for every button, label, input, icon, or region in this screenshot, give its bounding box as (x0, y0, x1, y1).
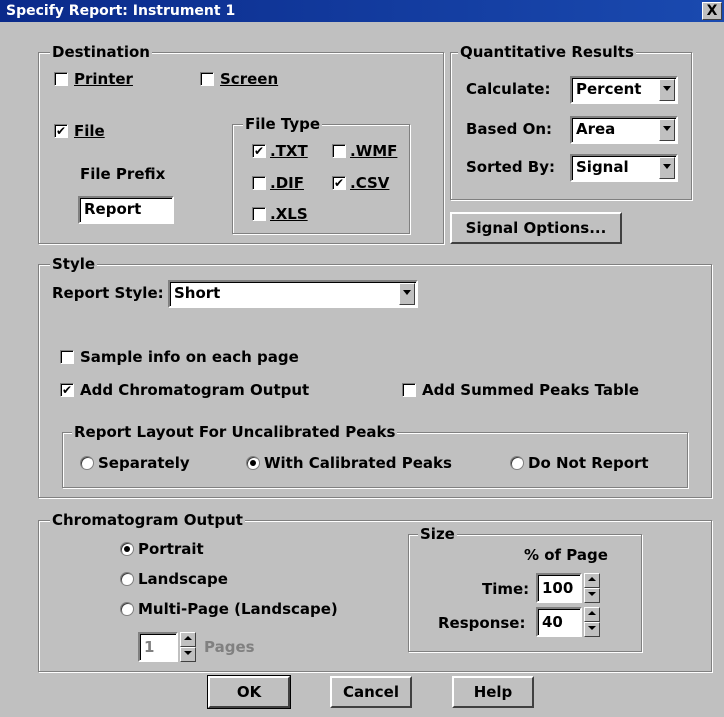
file-prefix-input[interactable]: Report (78, 196, 174, 224)
based-on-value: Area (576, 120, 616, 138)
do-not-report-label[interactable]: Do Not Report (528, 454, 649, 472)
screen-label[interactable]: Screen (220, 70, 278, 88)
xls-label[interactable]: .XLS (270, 205, 308, 223)
sorted-by-combo[interactable]: Signal (570, 154, 678, 182)
report-style-label: Report Style: (52, 284, 164, 302)
file-label[interactable]: File (74, 122, 105, 140)
with-calibrated-radio[interactable] (246, 456, 260, 470)
spin-down-icon[interactable] (180, 647, 196, 662)
calculate-value: Percent (576, 80, 642, 98)
size-legend: Size (418, 525, 457, 543)
wmf-checkbox[interactable] (332, 144, 346, 158)
add-chrom-label[interactable]: Add Chromatogram Output (80, 381, 309, 399)
calculate-combo[interactable]: Percent (570, 76, 678, 104)
spin-down-icon[interactable] (584, 588, 600, 603)
sample-info-label[interactable]: Sample info on each page (80, 348, 299, 366)
based-on-label: Based On: (466, 120, 553, 138)
help-label: Help (473, 683, 513, 701)
sorted-by-value: Signal (576, 158, 629, 176)
time-label: Time: (482, 580, 530, 598)
response-label: Response: (438, 614, 526, 632)
pages-label: Pages (204, 638, 255, 656)
xls-checkbox[interactable] (252, 207, 266, 221)
dif-checkbox[interactable] (252, 176, 266, 190)
help-button[interactable]: Help (452, 676, 534, 708)
close-icon[interactable]: X (702, 2, 722, 20)
calculate-label: Calculate: (466, 80, 551, 98)
add-chrom-checkbox[interactable]: ✔ (60, 383, 74, 397)
pages-spinner[interactable] (180, 632, 196, 662)
title-bar: Specify Report: Instrument 1 X (0, 0, 724, 22)
spin-down-icon[interactable] (584, 622, 600, 637)
portrait-label[interactable]: Portrait (138, 540, 204, 558)
screen-checkbox[interactable] (200, 72, 214, 86)
file-type-legend: File Type (243, 115, 323, 133)
signal-options-label: Signal Options... (465, 219, 607, 237)
separately-radio[interactable] (80, 456, 94, 470)
landscape-radio[interactable] (120, 572, 134, 586)
multipage-label[interactable]: Multi-Page (Landscape) (138, 600, 338, 618)
landscape-label[interactable]: Landscape (138, 570, 228, 588)
cancel-button[interactable]: Cancel (330, 676, 412, 708)
response-input[interactable]: 40 (536, 607, 582, 637)
signal-options-button[interactable]: Signal Options... (450, 212, 622, 244)
report-style-value: Short (174, 284, 221, 302)
quant-legend: Quantitative Results (458, 43, 636, 61)
based-on-combo[interactable]: Area (570, 116, 678, 144)
cancel-label: Cancel (342, 683, 399, 701)
file-checkbox[interactable]: ✔ (54, 124, 68, 138)
txt-label[interactable]: .TXT (270, 142, 308, 160)
spin-up-icon[interactable] (584, 573, 600, 588)
spin-up-icon[interactable] (180, 632, 196, 647)
layout-legend: Report Layout For Uncalibrated Peaks (72, 423, 398, 441)
sorted-by-label: Sorted By: (466, 158, 556, 176)
style-legend: Style (50, 255, 98, 273)
portrait-radio[interactable] (120, 542, 134, 556)
with-calibrated-label[interactable]: With Calibrated Peaks (264, 454, 452, 472)
csv-label[interactable]: .CSV (350, 174, 389, 192)
chrom-legend: Chromatogram Output (50, 511, 245, 529)
separately-label[interactable]: Separately (98, 454, 190, 472)
chevron-down-icon[interactable] (659, 79, 675, 101)
time-input[interactable]: 100 (536, 573, 582, 603)
report-style-combo[interactable]: Short (168, 280, 418, 308)
wmf-label[interactable]: .WMF (350, 142, 397, 160)
chevron-down-icon[interactable] (399, 283, 415, 305)
pct-of-page-label: % of Page (524, 546, 608, 564)
printer-label[interactable]: Printer (74, 70, 133, 88)
printer-checkbox[interactable] (54, 72, 68, 86)
add-summed-checkbox[interactable] (402, 383, 416, 397)
dif-label[interactable]: .DIF (270, 174, 304, 192)
file-prefix-label: File Prefix (80, 165, 166, 183)
ok-label: OK (236, 683, 262, 701)
response-spinner[interactable] (584, 607, 600, 637)
multipage-radio[interactable] (120, 602, 134, 616)
pages-input[interactable]: 1 (138, 632, 178, 662)
do-not-report-radio[interactable] (510, 456, 524, 470)
time-spinner[interactable] (584, 573, 600, 603)
chevron-down-icon[interactable] (659, 119, 675, 141)
spin-up-icon[interactable] (584, 607, 600, 622)
screen-label-text: Screen (220, 70, 279, 88)
sample-info-checkbox[interactable] (60, 350, 74, 364)
txt-checkbox[interactable]: ✔ (252, 144, 266, 158)
chevron-down-icon[interactable] (659, 157, 675, 179)
add-summed-label[interactable]: Add Summed Peaks Table (422, 381, 639, 399)
destination-legend: Destination (50, 43, 152, 61)
ok-button[interactable]: OK (207, 675, 291, 709)
window-title: Specify Report: Instrument 1 (6, 3, 236, 19)
csv-checkbox[interactable]: ✔ (332, 176, 346, 190)
